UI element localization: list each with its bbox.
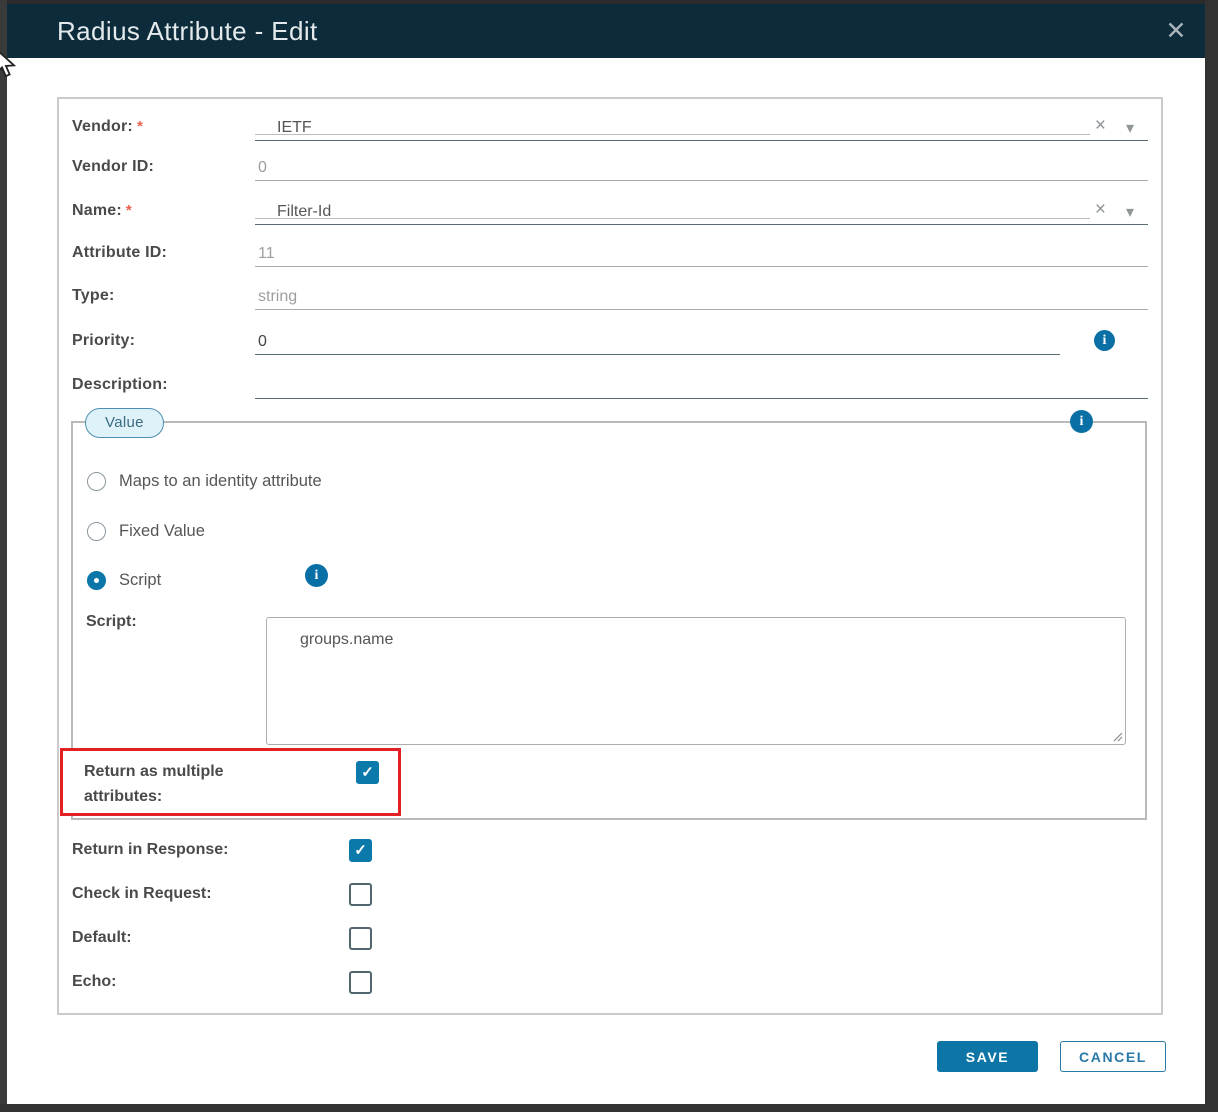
- attribute-form: Vendor:* IETF × ▾ Vendor ID: 0 Name:* Fi…: [57, 97, 1163, 1015]
- mouse-cursor-icon: [0, 48, 17, 80]
- radio-row-fixed: Fixed Value: [87, 517, 205, 545]
- identity-radio[interactable]: [87, 472, 106, 491]
- vendor-combobox[interactable]: IETF × ▾: [255, 105, 1148, 141]
- check-in-request-checkbox[interactable]: ✓: [349, 883, 372, 906]
- script-radio-label: Script: [119, 571, 161, 590]
- checkmark-icon: ✓: [361, 765, 374, 780]
- vendor-label: Vendor:*: [72, 118, 255, 141]
- description-label: Description:: [72, 376, 255, 399]
- window-frame-left: [0, 0, 7, 1112]
- name-label-text: Name:: [72, 202, 122, 219]
- type-field: string: [255, 274, 1148, 310]
- chevron-down-icon[interactable]: ▾: [1126, 205, 1134, 221]
- combobox-inner-underline: [255, 134, 1090, 135]
- combobox-inner-underline: [255, 218, 1090, 219]
- radio-row-identity: Maps to an identity attribute: [87, 467, 322, 495]
- fixed-value-radio[interactable]: [87, 522, 106, 541]
- name-row: Name:* Filter-Id × ▾: [72, 189, 1148, 225]
- chevron-down-icon[interactable]: ▾: [1126, 121, 1134, 137]
- clear-icon[interactable]: ×: [1095, 116, 1106, 135]
- info-icon[interactable]: i: [305, 564, 328, 587]
- cancel-button[interactable]: CANCEL: [1060, 1041, 1166, 1072]
- default-label: Default:: [72, 929, 349, 947]
- script-value: groups.name: [300, 631, 393, 648]
- attribute-id-label: Attribute ID:: [72, 244, 255, 267]
- check-in-request-row: Check in Request: ✓: [72, 872, 372, 916]
- return-in-response-row: Return in Response: ✓: [72, 828, 372, 872]
- script-radio[interactable]: [87, 571, 106, 590]
- close-icon[interactable]: ✕: [1159, 14, 1193, 48]
- script-textarea[interactable]: groups.name: [266, 617, 1126, 745]
- name-value: Filter-Id: [255, 203, 331, 224]
- vendor-id-label: Vendor ID:: [72, 158, 255, 181]
- echo-row: Echo: ✓: [72, 960, 372, 1004]
- return-multiple-highlight: Return as multiple attributes: ✓: [60, 748, 401, 816]
- vendor-value: IETF: [255, 119, 312, 140]
- check-in-request-label: Check in Request:: [72, 885, 349, 903]
- type-row: Type: string: [72, 274, 1148, 310]
- default-row: Default: ✓: [72, 916, 372, 960]
- description-row: Description:: [72, 363, 1148, 399]
- name-label: Name:*: [72, 202, 255, 225]
- name-combobox[interactable]: Filter-Id × ▾: [255, 189, 1148, 225]
- resize-handle[interactable]: [1111, 730, 1123, 742]
- clear-icon[interactable]: ×: [1095, 200, 1106, 219]
- modal-header: Radius Attribute - Edit ✕: [7, 4, 1205, 58]
- identity-radio-label: Maps to an identity attribute: [119, 472, 322, 491]
- value-section: Value i Maps to an identity attribute Fi…: [71, 421, 1147, 820]
- type-value: string: [255, 288, 297, 309]
- radio-row-script: Script: [87, 566, 161, 594]
- description-input[interactable]: [255, 363, 1148, 399]
- fixed-value-radio-label: Fixed Value: [119, 522, 205, 541]
- attribute-id-value: 11: [255, 245, 275, 266]
- vendor-id-field: 0: [255, 145, 1148, 181]
- modal-title: Radius Attribute - Edit: [7, 16, 318, 47]
- required-asterisk: *: [126, 202, 132, 219]
- vendor-row: Vendor:* IETF × ▾: [72, 105, 1148, 141]
- vendor-label-text: Vendor:: [72, 118, 133, 135]
- priority-row: Priority: 0 i: [72, 319, 1148, 355]
- type-label: Type:: [72, 287, 255, 310]
- window-frame-right: [1205, 0, 1218, 1112]
- vendor-id-row: Vendor ID: 0: [72, 145, 1148, 181]
- echo-label: Echo:: [72, 973, 349, 991]
- info-icon[interactable]: i: [1070, 410, 1093, 433]
- priority-input[interactable]: 0: [255, 319, 1060, 355]
- value-tab[interactable]: Value: [85, 408, 164, 438]
- return-in-response-checkbox[interactable]: ✓: [349, 839, 372, 862]
- vendor-id-value: 0: [255, 159, 267, 180]
- window-frame-bottom: [0, 1104, 1218, 1112]
- priority-label: Priority:: [72, 332, 255, 355]
- attribute-id-field: 11: [255, 231, 1148, 267]
- return-multiple-label: Return as multiple attributes:: [84, 759, 284, 809]
- script-label: Script:: [86, 613, 137, 631]
- checkmark-icon: ✓: [354, 843, 367, 858]
- info-icon[interactable]: i: [1094, 330, 1115, 351]
- return-in-response-label: Return in Response:: [72, 841, 349, 859]
- attribute-id-row: Attribute ID: 11: [72, 231, 1148, 267]
- description-value: [255, 395, 258, 398]
- echo-checkbox[interactable]: ✓: [349, 971, 372, 994]
- return-multiple-checkbox[interactable]: ✓: [356, 761, 379, 784]
- save-button[interactable]: SAVE: [937, 1041, 1038, 1072]
- default-checkbox[interactable]: ✓: [349, 927, 372, 950]
- required-asterisk: *: [137, 118, 143, 135]
- priority-value: 0: [255, 333, 267, 354]
